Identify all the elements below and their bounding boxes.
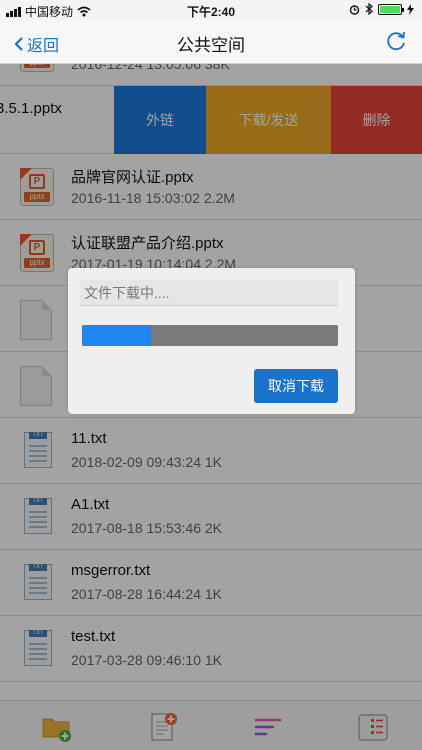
status-right xyxy=(349,3,414,15)
download-progress-dialog: 文件下载中.... 取消下载 xyxy=(68,268,355,414)
refresh-icon[interactable] xyxy=(384,29,408,53)
page-title: 公共空间 xyxy=(177,36,245,55)
bluetooth-icon xyxy=(365,3,373,15)
download-progress-fill xyxy=(82,325,152,346)
navigation-bar: 返回 公共空间 xyxy=(0,20,422,64)
cancel-download-button[interactable]: 取消下载 xyxy=(254,369,338,403)
download-progress-bar xyxy=(82,325,338,346)
status-bar: 中国移动 下午2:40 xyxy=(0,0,422,20)
charging-icon xyxy=(407,3,414,15)
download-status-field: 文件下载中.... xyxy=(80,280,338,306)
battery-icon xyxy=(378,3,404,15)
alarm-icon xyxy=(349,4,360,15)
